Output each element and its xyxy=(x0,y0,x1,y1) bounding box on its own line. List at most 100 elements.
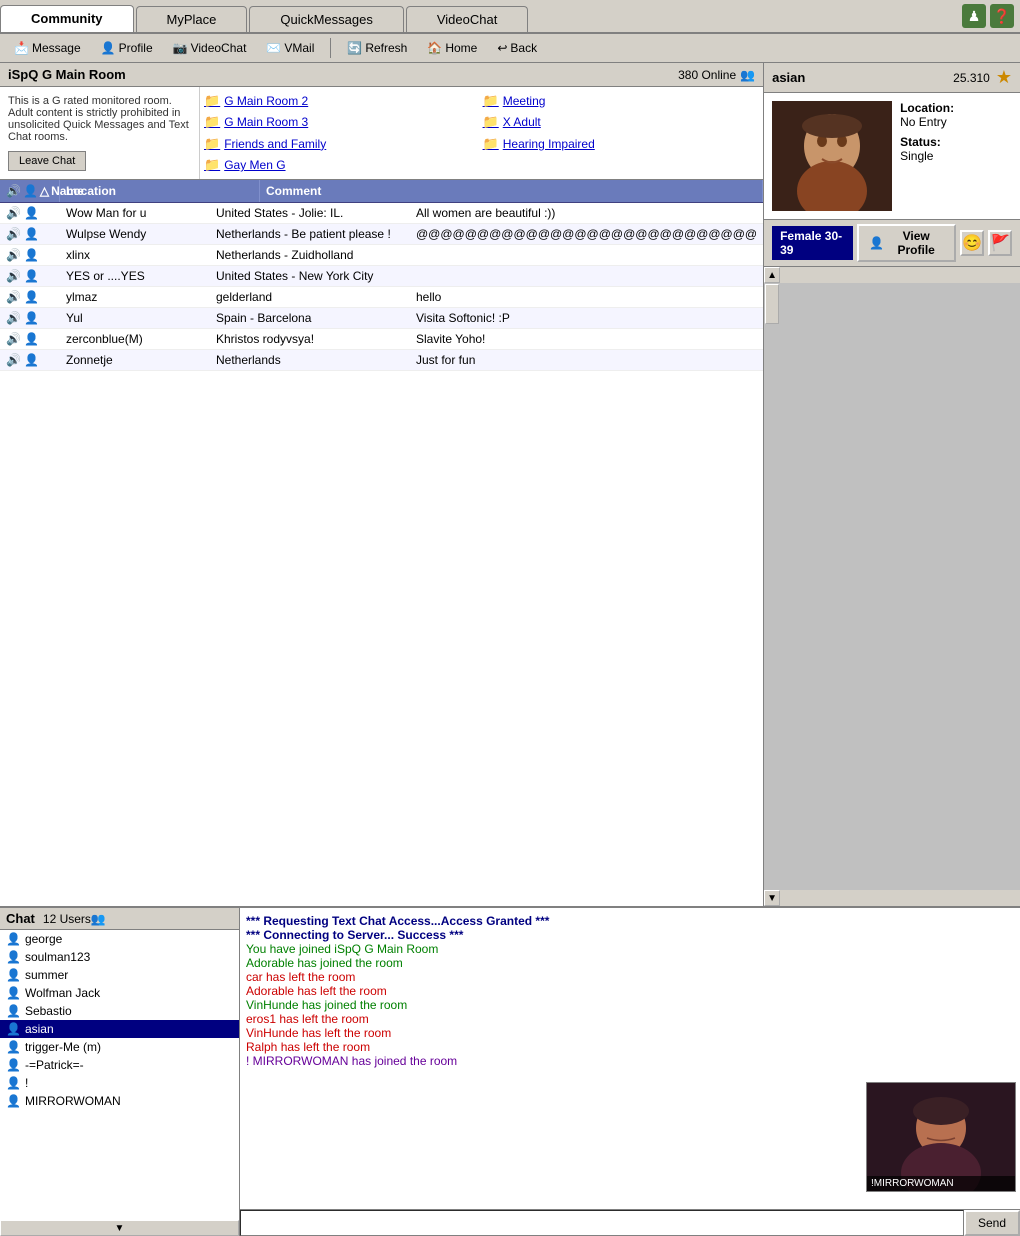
scroll-up-button[interactable]: ▲ xyxy=(764,267,780,283)
user-avatar: 👤 xyxy=(6,1040,21,1054)
list-item[interactable]: 👤 Sebastio xyxy=(0,1002,239,1020)
message-button[interactable]: 📩 Message xyxy=(6,38,89,58)
user-avatar: 👤 xyxy=(6,1076,21,1090)
view-profile-button[interactable]: 👤 View Profile xyxy=(857,224,956,262)
toolbar-separator xyxy=(330,38,331,58)
avatar-icon: 👤 xyxy=(24,353,39,367)
tab-bar: Community MyPlace QuickMessages VideoCha… xyxy=(0,0,1020,34)
list-item[interactable]: 👤 ! xyxy=(0,1074,239,1092)
list-item[interactable]: 👤 summer xyxy=(0,966,239,984)
speaker-icon: 🔊 xyxy=(6,311,21,325)
gender-age-badge: Female 30-39 xyxy=(772,226,853,260)
chat-users-count: 12 Users xyxy=(43,912,91,926)
chat-message: *** Requesting Text Chat Access...Access… xyxy=(246,914,1014,928)
user-name: YES or ....YES xyxy=(60,266,210,286)
list-item[interactable]: 👤 george xyxy=(0,930,239,948)
sub-room-item[interactable]: 📁 Hearing Impaired xyxy=(483,134,760,154)
users-icon: 👥 xyxy=(740,68,755,82)
refresh-button[interactable]: 🔄 Refresh xyxy=(339,38,415,58)
toolbar: 📩 Message 👤 Profile 📷 VideoChat ✉️ VMail… xyxy=(0,34,1020,63)
list-item[interactable]: 👤 MIRRORWOMAN xyxy=(0,1092,239,1110)
user-avatar: 👤 xyxy=(6,1022,21,1036)
flag-button[interactable]: 🚩 xyxy=(988,230,1012,256)
tab-quickmessages[interactable]: QuickMessages xyxy=(249,6,403,32)
scroll-thumb[interactable] xyxy=(765,284,779,324)
chat-users-icon: 👥 xyxy=(91,912,106,926)
chat-message: Adorable has joined the room xyxy=(246,956,1014,970)
avatar-icon: 👤 xyxy=(24,227,39,241)
tab-community[interactable]: Community xyxy=(0,5,134,32)
table-row[interactable]: 🔊 👤 Zonnetje Netherlands Just for fun xyxy=(0,350,763,371)
list-item[interactable]: 👤 -=Patrick=- xyxy=(0,1056,239,1074)
profile-button[interactable]: 👤 Profile xyxy=(93,38,161,58)
chat-messages-panel: *** Requesting Text Chat Access...Access… xyxy=(240,908,1020,1236)
room-description: This is a G rated monitored room. Adult … xyxy=(0,87,200,179)
list-item[interactable]: 👤 trigger-Me (m) xyxy=(0,1038,239,1056)
row-icons: 🔊 👤 xyxy=(0,287,60,307)
list-item[interactable]: 👤 Wolfman Jack xyxy=(0,984,239,1002)
chat-message: VinHunde has joined the room xyxy=(246,998,1014,1012)
user-list-header: 🔊 👤 △ Name Location Comment xyxy=(0,180,763,203)
sub-room-item[interactable]: 📁 G Main Room 2 xyxy=(204,91,481,111)
bottom-area: Chat 12 Users 👥 👤 george 👤 soulman123 👤 … xyxy=(0,906,1020,1236)
chat-scroll-down-button[interactable]: ▼ xyxy=(0,1220,239,1236)
profile-photo xyxy=(772,101,892,211)
room-title: iSpQ G Main Room xyxy=(8,67,678,82)
profile-points: 25.310 xyxy=(953,71,990,85)
sub-room-item[interactable]: 📁 G Main Room 3 xyxy=(204,113,481,133)
table-row[interactable]: 🔊 👤 ylmaz gelderland hello xyxy=(0,287,763,308)
video-svg xyxy=(867,1083,1015,1191)
sub-room-item[interactable]: 📁 X Adult xyxy=(483,113,760,133)
user-location: Spain - Barcelona xyxy=(210,308,410,328)
sub-room-item[interactable]: 📁 Meeting xyxy=(483,91,760,111)
leave-chat-button[interactable]: Leave Chat xyxy=(8,151,86,171)
row-icons: 🔊 👤 xyxy=(0,266,60,286)
table-row[interactable]: 🔊 👤 YES or ....YES United States - New Y… xyxy=(0,266,763,287)
videochat-icon: 📷 xyxy=(173,41,188,55)
back-button[interactable]: ↩ Back xyxy=(489,38,545,58)
scroll-down-button[interactable]: ▼ xyxy=(764,890,780,906)
main-area: iSpQ G Main Room 380 Online 👥 This is a … xyxy=(0,63,1020,906)
chat-input-area: Send xyxy=(240,1209,1020,1236)
user-avatar: 👤 xyxy=(6,1004,21,1018)
videochat-button[interactable]: 📷 VideoChat xyxy=(165,38,255,58)
table-row[interactable]: 🔊 👤 zerconblue(M) Khristos rodyvsya! Sla… xyxy=(0,329,763,350)
table-row[interactable]: 🔊 👤 xlinx Netherlands - Zuidholland xyxy=(0,245,763,266)
user-header-icon: 👤 xyxy=(23,184,38,198)
sort-arrow: △ xyxy=(40,184,49,198)
chat-input[interactable] xyxy=(240,1210,964,1236)
user-comment xyxy=(410,273,763,279)
tab-videochat[interactable]: VideoChat xyxy=(406,6,528,32)
sub-room-item[interactable]: 📁 Friends and Family xyxy=(204,134,481,154)
tab-myplace[interactable]: MyPlace xyxy=(136,6,248,32)
list-item[interactable]: 👤 asian xyxy=(0,1020,239,1038)
table-row[interactable]: 🔊 👤 Wulpse Wendy Netherlands - Be patien… xyxy=(0,224,763,245)
smile-button[interactable]: 😊 xyxy=(960,230,984,256)
send-button[interactable]: Send xyxy=(964,1210,1020,1236)
room-icon: 📁 xyxy=(204,114,220,130)
chat-user-list-container: 👤 george 👤 soulman123 👤 summer 👤 Wolfman… xyxy=(0,930,239,1236)
table-row[interactable]: 🔊 👤 Wow Man for u United States - Jolie:… xyxy=(0,203,763,224)
user-comment xyxy=(410,252,763,258)
speaker-icon: 🔊 xyxy=(6,269,21,283)
row-icons: 🔊 👤 xyxy=(0,203,60,223)
row-icons: 🔊 👤 xyxy=(0,329,60,349)
user-location: gelderland xyxy=(210,287,410,307)
user-name: zerconblue(M) xyxy=(60,329,210,349)
home-button[interactable]: 🏠 Home xyxy=(419,38,485,58)
chat-panel: Chat 12 Users 👥 👤 george 👤 soulman123 👤 … xyxy=(0,908,240,1236)
profile-icon: 👤 xyxy=(101,41,116,55)
green-icon-2[interactable]: ❓ xyxy=(990,4,1014,28)
avatar-icon: 👤 xyxy=(24,290,39,304)
sub-room-item[interactable]: 📁 Gay Men G xyxy=(204,156,481,176)
speaker-icon: 🔊 xyxy=(6,332,21,346)
scroll-track xyxy=(764,283,1020,890)
table-row[interactable]: 🔊 👤 Yul Spain - Barcelona Visita Softoni… xyxy=(0,308,763,329)
view-profile-icon: 👤 xyxy=(869,236,884,250)
user-comment: All women are beautiful :)) xyxy=(410,203,763,223)
green-icon-1[interactable]: ♟ xyxy=(962,4,986,28)
vmail-button[interactable]: ✉️ VMail xyxy=(258,38,322,58)
speaker-icon: 🔊 xyxy=(6,290,21,304)
list-item[interactable]: 👤 soulman123 xyxy=(0,948,239,966)
user-name: ylmaz xyxy=(60,287,210,307)
